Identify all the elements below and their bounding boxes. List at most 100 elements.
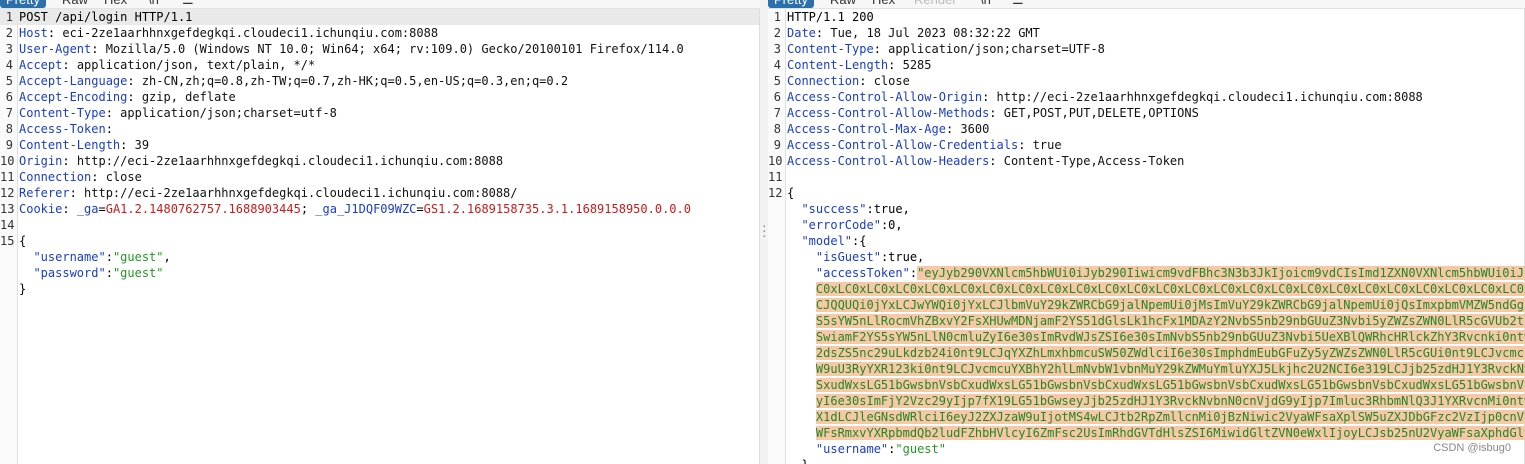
- menu-icon[interactable]: ☰: [1006, 0, 1030, 8]
- header-name: Content-Type: [19, 106, 106, 120]
- header-name: Accept-Encoding: [19, 90, 128, 104]
- line-content: CJQQUQi0jYxLCJwYWQi0jYxLCJlbmVuY29kZWRCb…: [787, 297, 1525, 313]
- line-content: C0xLC0xLC0xLC0xLC0xLC0xLC0xLC0xLC0xLC0xL…: [787, 281, 1525, 297]
- json-punct: :true,: [866, 202, 910, 216]
- line-text: {: [19, 234, 27, 248]
- line-content: "username":"guest": [787, 441, 946, 457]
- cookie-value: GS1.2.1689158735.3.1.1689158950.0.0.0: [423, 202, 691, 216]
- header-name: Host: [19, 26, 48, 40]
- tab-newline-toggle[interactable]: \n: [142, 0, 165, 8]
- line-content: Cookie: _ga=GA1.2.1480762757.1688903445;…: [19, 202, 691, 216]
- line-content: Access-Control-Allow-Credentials: true: [787, 138, 1062, 152]
- code-line: 9 Access-Control-Allow-Credentials: true: [768, 137, 1524, 153]
- header-value: Tue, 18 Jul 2023 08:32:22 GMT: [830, 26, 1040, 40]
- line-content: Accept-Language: zh-CN,zh;q=0.8,zh-TW;q=…: [19, 74, 569, 88]
- code-line: SxudWxsLG51bGwsbnVsbCxudWxsLG51bGwsbnVsb…: [768, 377, 1525, 393]
- json-punct: :true,: [880, 250, 925, 264]
- tab-newline-toggle[interactable]: \n: [974, 0, 997, 8]
- line-content: "accessToken":"eyJyb290VXNlcm5hbWUi0iJyb…: [787, 265, 1525, 281]
- json-key: "username": [815, 442, 889, 456]
- pane-divider[interactable]: · · ·: [760, 0, 768, 464]
- line-content: Referer: http://eci-2ze1aarhhnxgefdegkqi…: [19, 186, 518, 200]
- header-name: Accept: [19, 58, 63, 72]
- header-value: http://eci-2ze1aarhhnxgefdegkqi.cloudeci…: [996, 90, 1423, 104]
- line-content: Access-Control-Max-Age: 3600: [787, 122, 990, 136]
- line-number: 12: [0, 186, 15, 200]
- code-line: "username":"guest",: [0, 249, 759, 265]
- json-key: "errorCode": [801, 218, 881, 232]
- line-number: 12: [768, 186, 783, 200]
- header-value: http://eci-2ze1aarhhnxgefdegkqi.cloudeci…: [76, 154, 504, 168]
- json-punct: ,: [163, 250, 171, 264]
- line-content: W9uU3RyYXR123ki0nt9LCJvcmcuYXBhY2hlLmNvb…: [787, 361, 1525, 377]
- line-content: }: [787, 457, 808, 464]
- code-line: 5 Connection: close: [768, 73, 1524, 89]
- selected-token: WFsRmxvYXRpbmdQb2ludFZhbHVlcyI6ZmFsc2UsI…: [815, 426, 1525, 440]
- header-value: gzip, deflate: [141, 90, 236, 104]
- tab-hex[interactable]: Hex: [98, 0, 133, 8]
- line-text: HTTP/1.1 200: [787, 10, 874, 24]
- line-content: Content-Length: 5285: [787, 58, 932, 72]
- line-content: "isGuest":true,: [787, 249, 924, 265]
- json-key: "password": [33, 266, 106, 280]
- drag-handle-icon[interactable]: · · ·: [761, 221, 768, 242]
- line-content: Connection: close: [787, 74, 910, 88]
- header-value: zh-CN,zh;q=0.8,zh-TW;q=0.7,zh-HK;q=0.5,e…: [141, 74, 569, 88]
- json-punct: :0,: [880, 218, 903, 232]
- code-line: }: [0, 281, 759, 297]
- line-number: 1: [5, 10, 13, 24]
- line-content: {: [19, 233, 26, 249]
- tab-render[interactable]: Render: [908, 0, 963, 8]
- code-line: "isGuest":true,: [768, 249, 1524, 265]
- header-value: application/json, text/plain, */*: [76, 58, 316, 72]
- selected-token: 2dsZS5nc29uLkdzb24i0nt9LCJqYXZhLmxhbmcuS…: [815, 346, 1525, 360]
- line-content: User-Agent: Mozilla/5.0 (Windows NT 10.0…: [19, 42, 684, 56]
- header-name: Referer: [19, 186, 70, 200]
- line-content: "success":true,: [787, 201, 910, 217]
- code-line: 5 Accept-Language: zh-CN,zh;q=0.8,zh-TW;q…: [0, 73, 759, 89]
- line-content: Origin: http://eci-2ze1aarhhnxgefdegkqi.…: [19, 154, 504, 168]
- code-line: 2dsZS5nc29uLkdzb24i0nt9LCJqYXZhLmxhbmcuS…: [768, 345, 1525, 361]
- tab-raw[interactable]: Raw: [56, 0, 94, 8]
- header-value: GET,POST,PUT,DELETE,OPTIONS: [1003, 106, 1199, 120]
- response-tabbar: Pretty Raw Hex Render \n ☰: [768, 0, 1525, 9]
- json-key: "username": [33, 250, 106, 264]
- code-line: 6 Accept-Encoding: gzip, deflate: [0, 89, 759, 105]
- json-key: "accessToken": [815, 266, 910, 280]
- request-editor[interactable]: 1 POST /api/login HTTP/1.1 2 Host: eci-2ze1…: [0, 9, 760, 464]
- response-pane[interactable]: Pretty Raw Hex Render \n ☰ 1 HTTP/1.1 200…: [768, 0, 1525, 464]
- header-name: Content-Length: [787, 58, 889, 72]
- line-content: Content-Type: application/json;charset=u…: [19, 106, 337, 120]
- menu-icon[interactable]: ☰: [176, 0, 200, 8]
- code-line: 10 Access-Control-Allow-Headers: Content-…: [768, 153, 1524, 169]
- code-line: 11 Connection: close: [0, 169, 759, 185]
- response-editor[interactable]: 1 HTTP/1.1 200 2 Date: Tue, 18 Jul 2023 08:…: [768, 9, 1525, 464]
- line-content: 2dsZS5nc29uLkdzb24i0nt9LCJqYXZhLmxhbmcuS…: [787, 345, 1525, 361]
- line-number: 9: [773, 138, 781, 152]
- code-line: yI6e30sImFjY2Vzc29yIjp7fX19LG51bGwseyJjb…: [768, 393, 1525, 409]
- line-number: 8: [5, 122, 13, 136]
- tab-pretty[interactable]: Pretty: [768, 0, 814, 8]
- header-name: Access-Control-Max-Age: [787, 122, 946, 136]
- selected-token: SxudWxsLG51bGwsbnVsbCxudWxsLG51bGwsbnVsb…: [815, 378, 1525, 392]
- line-number: 5: [773, 74, 781, 88]
- request-pane[interactable]: Pretty Raw Hex \n ☰ 1 POST /api/login HTT…: [0, 0, 760, 464]
- cookie-name: _ga_J1DQF09WZC: [315, 202, 417, 216]
- line-number: 2: [773, 26, 781, 40]
- tab-pretty[interactable]: Pretty: [0, 0, 46, 8]
- request-tabbar: Pretty Raw Hex \n ☰: [0, 0, 760, 9]
- code-line: 8 Access-Token:: [0, 121, 759, 137]
- line-content: Connection: close: [19, 170, 142, 184]
- code-line: 2 Date: Tue, 18 Jul 2023 08:32:22 GMT: [768, 25, 1524, 41]
- line-text: POST /api/login HTTP/1.1: [19, 10, 193, 24]
- header-value: eci-2ze1aarhhnxgefdegkqi.cloudeci1.ichun…: [62, 26, 439, 40]
- header-value: http://eci-2ze1aarhhnxgefdegkqi.cloudeci…: [84, 186, 518, 200]
- code-line: 13 Cookie: _ga=GA1.2.1480762757.168890344…: [0, 201, 759, 217]
- line-number: 2: [5, 26, 13, 40]
- json-string: "guest": [112, 266, 164, 280]
- tab-raw[interactable]: Raw: [824, 0, 862, 8]
- line-number: 6: [773, 90, 781, 104]
- tab-hex[interactable]: Hex: [866, 0, 901, 8]
- code-line: "errorCode":0,: [768, 217, 1524, 233]
- code-line: 9 Content-Length: 39: [0, 137, 759, 153]
